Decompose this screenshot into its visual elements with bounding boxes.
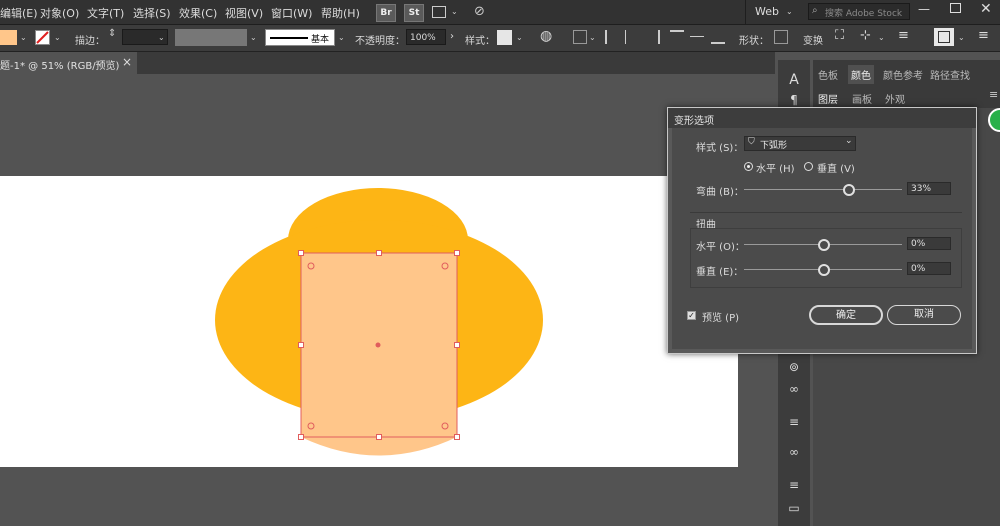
list-icon[interactable]: ≡: [786, 416, 802, 428]
close-icon[interactable]: ✕: [980, 1, 992, 17]
chain-icon[interactable]: ∞: [786, 383, 802, 395]
character-icon[interactable]: A: [786, 73, 802, 89]
selection-handle[interactable]: [298, 250, 304, 256]
tab-color-guide[interactable]: 颜色参考: [883, 67, 923, 82]
distort-horizontal-knob[interactable]: [818, 239, 830, 251]
distort-horizontal-field[interactable]: 0%: [907, 237, 951, 250]
selection-handle[interactable]: [454, 434, 460, 440]
tab-color[interactable]: 颜色: [848, 65, 874, 84]
selection-handle[interactable]: [376, 434, 382, 440]
bend-value-field[interactable]: 33%: [907, 182, 951, 195]
search-icon: ⌕: [812, 5, 818, 16]
warp-options-dialog: 变形选项 样式 (S)： ⛉ 下弧形 ⌄ 水平 (H) 垂直 (V) 弯曲 (B…: [667, 107, 977, 354]
panel-options-icon[interactable]: ≡: [898, 28, 909, 43]
tab-artboards[interactable]: 画板: [852, 91, 872, 106]
links-icon[interactable]: ⊚: [786, 361, 802, 373]
minimize-icon[interactable]: —: [918, 2, 930, 16]
cancel-button[interactable]: 取消: [887, 305, 961, 325]
paragraph-icon[interactable]: ¶: [786, 94, 802, 106]
artboard-icon[interactable]: ▭: [786, 502, 802, 514]
ok-button[interactable]: 确定: [809, 305, 883, 325]
menu-icon[interactable]: ≡: [978, 28, 989, 43]
transform-link[interactable]: 变换: [803, 32, 823, 47]
selection-handle[interactable]: [454, 250, 460, 256]
center-point: [375, 342, 381, 348]
tab-layers[interactable]: 图层: [818, 91, 838, 106]
style-label: 样式 (S)：: [696, 143, 744, 154]
chevron-down-icon: ⌄: [845, 136, 853, 146]
search-placeholder: 搜索 Adobe Stock: [825, 9, 903, 19]
selection-handle[interactable]: [298, 342, 304, 348]
vertical-radio[interactable]: [804, 162, 813, 171]
selection-handle[interactable]: [298, 434, 304, 440]
color-panel-tabs: 色板 颜色 颜色参考 路径查找 图层 画板 外观 ≡: [813, 60, 1000, 108]
horizontal-radio[interactable]: [744, 162, 753, 171]
chevron-down-icon[interactable]: ⌄: [958, 33, 965, 42]
chevron-down-icon[interactable]: ⌄: [878, 33, 885, 42]
distort-vertical-field[interactable]: 0%: [907, 262, 951, 275]
bend-label: 弯曲 (B)：: [696, 187, 744, 198]
stock-search-input[interactable]: ⌕ 搜索 Adobe Stock: [808, 3, 910, 20]
arrange-icon: [938, 31, 950, 43]
tab-pathfinder[interactable]: 路径查找: [930, 67, 970, 82]
tab-swatches[interactable]: 色板: [818, 67, 838, 82]
isolate-selected-icon[interactable]: ⛶: [835, 28, 844, 43]
divider: [690, 212, 962, 213]
chevron-down-icon[interactable]: ⌄: [786, 7, 793, 16]
maximize-icon[interactable]: [950, 3, 961, 13]
bend-slider-track[interactable]: [744, 189, 902, 190]
distort-vertical-label: 垂直 (E)：: [696, 267, 744, 278]
arrange-panel-button[interactable]: [934, 28, 954, 46]
peach-warped-rect: [301, 253, 457, 456]
transform-each-icon[interactable]: ⊹: [860, 28, 871, 43]
preview-checkbox[interactable]: ✓: [687, 311, 696, 320]
panel-menu-icon[interactable]: ≡: [989, 88, 998, 101]
selection-handle[interactable]: [376, 250, 382, 256]
horizontal-radio-label: 水平 (H): [756, 164, 795, 175]
artwork-canvas[interactable]: [0, 0, 778, 526]
bend-slider-knob[interactable]: [843, 184, 855, 196]
dialog-title: 变形选项: [674, 116, 714, 127]
dialog-content: 样式 (S)： ⛉ 下弧形 ⌄ 水平 (H) 垂直 (V) 弯曲 (B)： 33…: [672, 128, 972, 349]
tab-appearance[interactable]: 外观: [885, 91, 905, 106]
selection-handle[interactable]: [454, 342, 460, 348]
preview-label: 预览 (P): [702, 313, 740, 324]
distort-vertical-knob[interactable]: [818, 264, 830, 276]
style-select[interactable]: ⛉ 下弧形 ⌄: [744, 136, 856, 151]
style-select-value: 下弧形: [760, 141, 788, 151]
distort-horizontal-label: 水平 (O)：: [696, 242, 745, 253]
vertical-radio-label: 垂直 (V): [817, 164, 855, 175]
arc-lower-icon: ⛉: [748, 137, 755, 147]
list-icon[interactable]: ≡: [786, 479, 802, 491]
chain-icon[interactable]: ∞: [786, 446, 802, 458]
dialog-title-bar[interactable]: 变形选项: [668, 108, 976, 128]
